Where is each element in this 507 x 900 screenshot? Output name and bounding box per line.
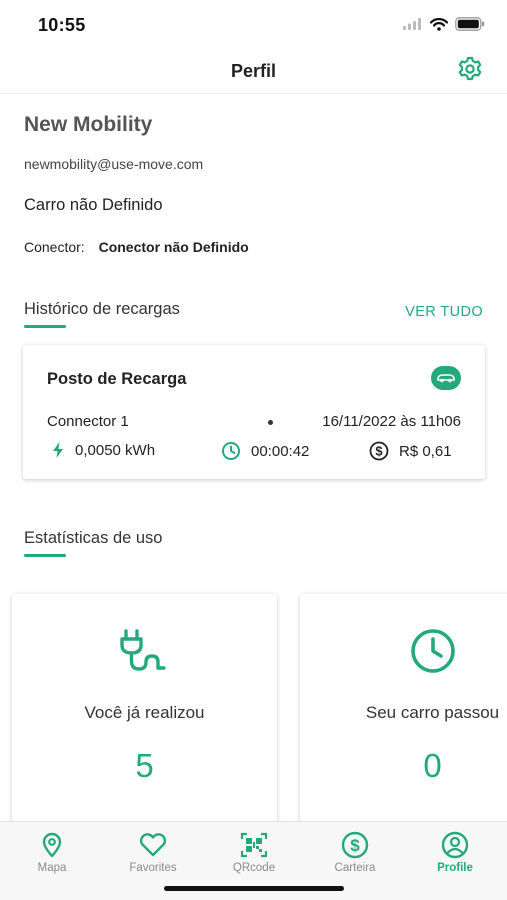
wifi-icon: [430, 17, 448, 31]
separator-dot: [268, 420, 273, 425]
tab-qrcode[interactable]: QRcode: [204, 832, 304, 874]
clock-icon: [222, 442, 240, 460]
tab-wallet[interactable]: $ Carteira: [305, 831, 405, 874]
lightning-icon: [53, 442, 63, 458]
see-all-link[interactable]: VER TUDO: [405, 304, 483, 320]
cost-info: $ R$ 0,61: [369, 441, 452, 461]
map-pin-icon: [42, 832, 62, 858]
history-section-title: Histórico de recargas: [24, 300, 180, 318]
user-name: New Mobility: [24, 113, 153, 136]
profile-icon: [441, 831, 469, 859]
home-indicator: [164, 886, 344, 891]
plug-icon: [119, 629, 166, 671]
station-name: Posto de Recarga: [47, 370, 187, 388]
stat-value: 0: [423, 747, 442, 784]
dollar-icon: $: [369, 441, 389, 461]
status-bar: 10:55: [0, 0, 507, 50]
user-car: Carro não Definido: [24, 196, 163, 214]
stats-title-underline: [24, 554, 66, 557]
car-badge: [431, 366, 461, 390]
settings-button[interactable]: [455, 54, 485, 84]
recharge-datetime: 16/11/2022 às 11h06: [322, 413, 461, 430]
page-title: Perfil: [230, 61, 277, 81]
tab-profile[interactable]: Profile: [405, 831, 505, 874]
stat-card-time: Seu carro passou 0: [300, 594, 507, 834]
connector-label: Conector:: [24, 239, 85, 255]
stat-card-recharges: Você já realizou 5: [12, 594, 277, 834]
tab-label: Favorites: [129, 862, 177, 874]
status-icons: [403, 17, 485, 31]
car-icon: [437, 374, 455, 383]
energy-info: 0,0050 kWh: [51, 441, 155, 459]
navigation-header: Perfil: [0, 50, 507, 94]
duration-value: 00:00:42: [251, 442, 310, 460]
clock-icon: [410, 629, 455, 673]
heart-icon: [139, 833, 167, 857]
dollar-icon: $: [341, 831, 369, 859]
status-time: 10:55: [38, 15, 86, 35]
tab-label: Mapa: [37, 862, 67, 874]
cost-value: R$ 0,61: [399, 442, 452, 460]
user-email: newmobility@use-move.com: [24, 156, 204, 172]
tab-map[interactable]: Mapa: [2, 832, 102, 874]
qrcode-icon: [240, 832, 268, 858]
gear-icon: [458, 56, 482, 81]
stat-label: Seu carro passou: [365, 703, 500, 722]
tab-label: Carteira: [334, 862, 376, 874]
tab-label: QRcode: [232, 862, 276, 874]
svg-text:$: $: [350, 836, 360, 855]
tab-favorites[interactable]: Favorites: [103, 832, 203, 874]
battery-icon: [455, 17, 485, 31]
stat-value: 5: [135, 747, 154, 784]
stats-section-title: Estatísticas de uso: [24, 529, 163, 547]
history-title-underline: [24, 325, 66, 328]
svg-text:$: $: [375, 444, 383, 459]
tab-label: Profile: [437, 862, 473, 874]
stat-label: Você já realizou: [84, 703, 205, 722]
connector-row: Conector: Conector não Definido: [24, 239, 249, 255]
recharge-card[interactable]: Posto de Recarga Connector 1 16/11/2022 …: [23, 345, 485, 479]
connector-value: Conector não Definido: [98, 239, 249, 255]
recharge-connector: Connector 1: [47, 413, 129, 430]
signal-icon: [403, 18, 421, 30]
duration-info: 00:00:42: [221, 441, 309, 461]
energy-value: 0,0050 kWh: [75, 441, 156, 459]
